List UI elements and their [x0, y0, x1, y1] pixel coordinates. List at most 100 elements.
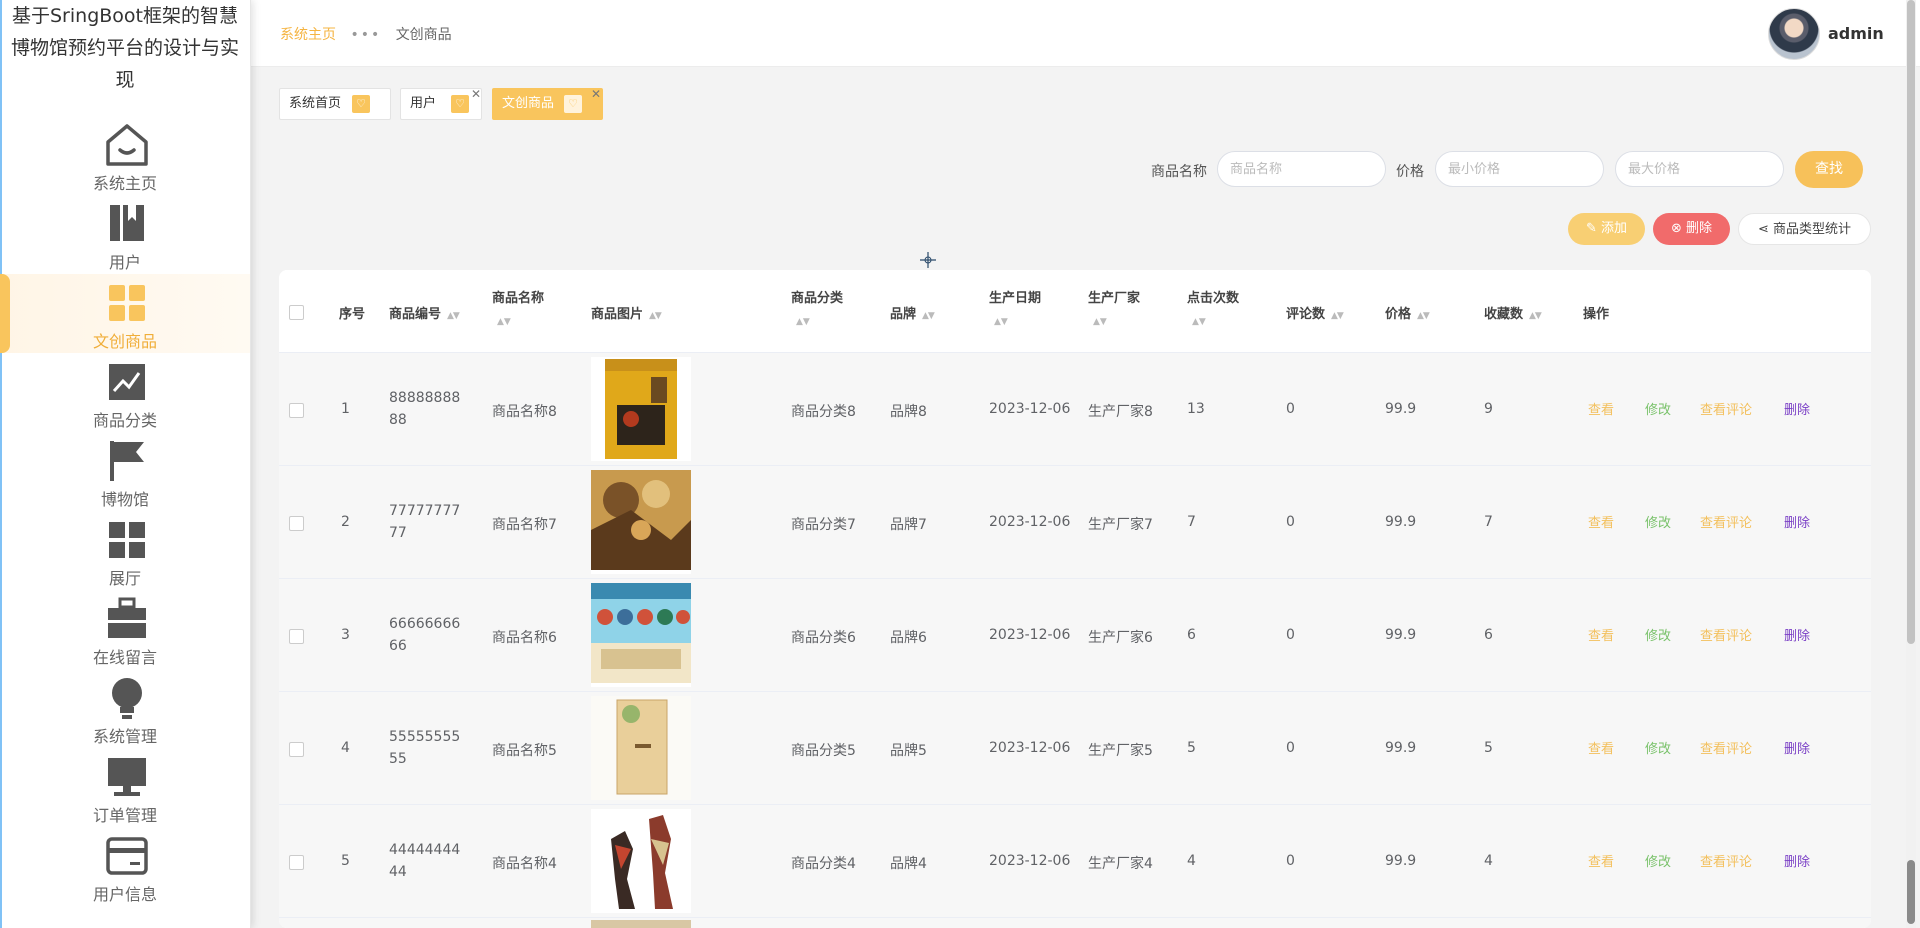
col-name[interactable]: 商品名称 [492, 287, 544, 306]
col-maker[interactable]: 生产厂家 [1088, 287, 1140, 306]
view-link[interactable]: 查看 [1588, 738, 1614, 757]
delete-link[interactable]: 删除 [1784, 399, 1810, 418]
tab-label: 系统首页 [289, 96, 342, 111]
view-comments-link[interactable]: 查看评论 [1700, 851, 1752, 870]
sidebar-item-system[interactable]: 系统管理 [0, 669, 250, 748]
row-checkbox[interactable] [289, 403, 304, 418]
chart-icon [109, 364, 145, 400]
breadcrumb-home[interactable]: 系统主页 [280, 27, 336, 43]
add-button[interactable]: ✎ 添加 [1568, 213, 1645, 245]
scrollbar-thumb[interactable] [1907, 0, 1915, 644]
cell-clicks: 7 [1187, 514, 1196, 530]
col-date[interactable]: 生产日期 [989, 287, 1041, 306]
price-label: 价格 [1396, 164, 1424, 180]
row-checkbox[interactable] [289, 516, 304, 531]
product-image[interactable] [591, 920, 691, 928]
sort-icon[interactable]: ▲▼ [447, 311, 460, 321]
avatar[interactable] [1768, 8, 1820, 60]
col-code[interactable]: 商品编号 ▲▼ [389, 303, 460, 322]
tab-home[interactable]: 系统首页 ♡ [279, 88, 391, 120]
delete-button[interactable]: ⊗ 删除 [1653, 213, 1730, 245]
max-price-input[interactable] [1615, 151, 1784, 187]
sort-icon[interactable]: ▲▼ [1093, 317, 1107, 327]
close-icon[interactable]: ✕ [471, 79, 481, 109]
close-icon[interactable]: ✕ [591, 79, 601, 109]
sort-icon[interactable]: ▲▼ [994, 317, 1008, 327]
col-price[interactable]: 价格 ▲▼ [1385, 303, 1430, 322]
sidebar-item-museum[interactable]: 博物馆 [0, 432, 250, 511]
sort-icon[interactable]: ▲▼ [922, 311, 935, 321]
view-comments-link[interactable]: 查看评论 [1700, 512, 1752, 531]
sort-icon[interactable]: ▲▼ [1331, 311, 1344, 321]
sort-icon[interactable]: ▲▼ [649, 311, 662, 321]
col-category[interactable]: 商品分类 [791, 287, 843, 306]
view-link[interactable]: 查看 [1588, 851, 1614, 870]
cell-name: 商品名称7 [492, 517, 557, 533]
view-link[interactable]: 查看 [1588, 512, 1614, 531]
sidebar-item-messages[interactable]: 在线留言 [0, 590, 250, 669]
cell-index: 2 [341, 514, 350, 530]
sidebar-item-home[interactable]: 系统主页 [0, 116, 250, 195]
username[interactable]: admin [1828, 24, 1884, 43]
cell-price: 99.9 [1385, 627, 1417, 643]
product-image[interactable] [591, 357, 691, 461]
select-all-checkbox[interactable] [289, 305, 304, 320]
sidebar-item-profile[interactable]: 用户信息 [0, 827, 250, 906]
col-favorites[interactable]: 收藏数 ▲▼ [1484, 303, 1542, 322]
product-image[interactable] [591, 470, 691, 574]
sidebar-item-halls[interactable]: 展厅 [0, 511, 250, 590]
view-comments-link[interactable]: 查看评论 [1700, 399, 1752, 418]
edit-link[interactable]: 修改 [1645, 625, 1671, 644]
col-actions: 操作 [1583, 307, 1610, 322]
add-button-label: 添加 [1601, 221, 1628, 236]
view-link[interactable]: 查看 [1588, 625, 1614, 644]
sidebar-item-label: 订单管理 [92, 806, 157, 825]
sidebar-item-orders[interactable]: 订单管理 [0, 748, 250, 827]
sidebar-item-label: 文创商品 [92, 332, 157, 351]
col-clicks[interactable]: 点击次数 [1187, 287, 1239, 306]
product-image[interactable] [591, 696, 691, 800]
cell-name: 商品名称6 [492, 630, 557, 646]
view-link[interactable]: 查看 [1588, 399, 1614, 418]
edit-link[interactable]: 修改 [1645, 738, 1671, 757]
sidebar-item-products[interactable]: 文创商品 [0, 274, 250, 353]
category-stats-button[interactable]: ⋖ 商品类型统计 [1738, 213, 1871, 245]
product-image[interactable] [591, 809, 691, 913]
edit-link[interactable]: 修改 [1645, 399, 1671, 418]
cell-date: 2023-12-06 [989, 627, 1071, 643]
col-brand-label: 品牌 [890, 307, 917, 322]
min-price-input[interactable] [1435, 151, 1604, 187]
row-checkbox[interactable] [289, 742, 304, 757]
card-icon [106, 837, 148, 875]
sort-icon[interactable]: ▲▼ [796, 317, 810, 327]
row-checkbox[interactable] [289, 629, 304, 644]
delete-link[interactable]: 删除 [1784, 625, 1810, 644]
grid-icon [109, 285, 145, 321]
delete-link[interactable]: 删除 [1784, 851, 1810, 870]
view-comments-link[interactable]: 查看评论 [1700, 625, 1752, 644]
row-checkbox[interactable] [289, 855, 304, 870]
sort-icon[interactable]: ▲▼ [1417, 311, 1430, 321]
sidebar-item-users[interactable]: 用户 [0, 195, 250, 274]
product-image[interactable] [591, 583, 691, 687]
view-comments-link[interactable]: 查看评论 [1700, 738, 1752, 757]
home-icon [106, 124, 148, 166]
sort-icon[interactable]: ▲▼ [1529, 311, 1542, 321]
tab-users[interactable]: 用户 ♡ ✕ [400, 87, 482, 120]
col-comments[interactable]: 评论数 ▲▼ [1286, 303, 1344, 322]
col-image[interactable]: 商品图片 ▲▼ [591, 303, 662, 322]
edit-link[interactable]: 修改 [1645, 851, 1671, 870]
sidebar-item-categories[interactable]: 商品分类 [0, 353, 250, 432]
edit-link[interactable]: 修改 [1645, 512, 1671, 531]
delete-link[interactable]: 删除 [1784, 738, 1810, 757]
sort-icon[interactable]: ▲▼ [1192, 317, 1206, 327]
scrollbar-thumb-lower[interactable] [1907, 860, 1915, 924]
tab-products[interactable]: 文创商品 ♡ ✕ [492, 87, 603, 120]
name-search-input[interactable] [1217, 151, 1386, 187]
cell-brand: 品牌6 [890, 630, 927, 646]
delete-link[interactable]: 删除 [1784, 512, 1810, 531]
search-button[interactable]: 查找 [1795, 151, 1863, 188]
sort-icon[interactable]: ▲▼ [497, 317, 511, 327]
col-brand[interactable]: 品牌 ▲▼ [890, 303, 935, 322]
breadcrumb-separator-icon: ••• [350, 27, 382, 43]
